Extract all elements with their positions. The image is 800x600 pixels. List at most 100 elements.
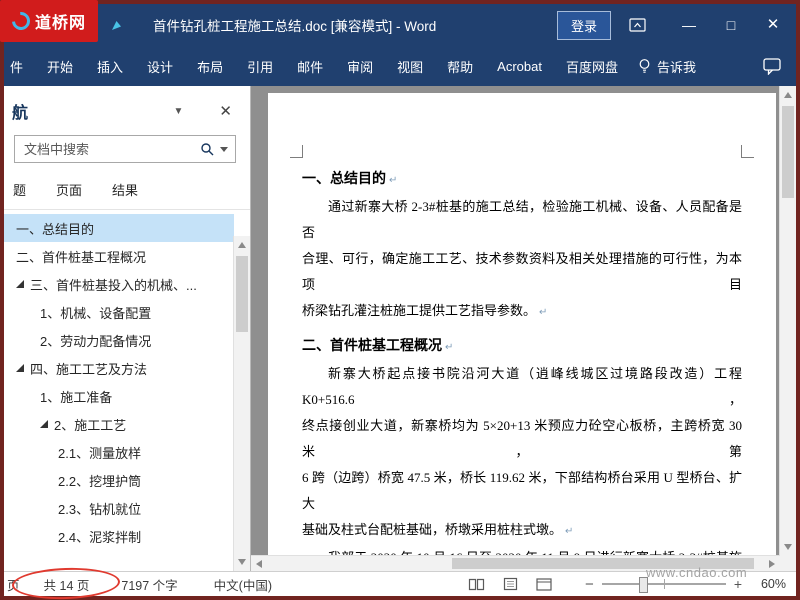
- nav-item[interactable]: 1、机械、设备配置: [4, 298, 234, 326]
- ribbon-tab-8[interactable]: 视图: [385, 57, 435, 76]
- nav-item-label: 2.4、泥浆拌制: [58, 529, 142, 545]
- nav-item[interactable]: 2、施工工艺: [4, 410, 234, 438]
- ribbon-tab-7[interactable]: 审阅: [335, 57, 385, 76]
- doc-line: 终点接创业大道，新寨桥均为 5×20+13 米预应力砼空心板桥，主跨桥宽 30 …: [302, 418, 742, 459]
- nav-pane-title: 航: [12, 105, 29, 122]
- vertical-scrollbar[interactable]: [779, 86, 796, 556]
- ribbon-tab-3[interactable]: 设计: [135, 57, 185, 76]
- nav-item-label: 2、施工工艺: [54, 417, 127, 433]
- nav-item[interactable]: 2、劳动力配备情况: [4, 326, 234, 354]
- zoom-out-button[interactable]: −: [585, 576, 594, 593]
- ribbon-display-options-icon[interactable]: [629, 17, 646, 33]
- nav-item[interactable]: 2.1、测量放样: [4, 438, 234, 466]
- login-button[interactable]: 登录: [556, 10, 611, 40]
- doc-scroll-left-icon[interactable]: [256, 560, 262, 568]
- read-mode-icon[interactable]: [468, 578, 485, 591]
- expand-triangle-icon[interactable]: [16, 280, 24, 288]
- expand-triangle-icon[interactable]: [16, 364, 24, 372]
- tell-me-button[interactable]: 告诉我: [638, 57, 696, 76]
- doc-scrollbar-thumb[interactable]: [782, 106, 794, 198]
- site-watermark: www.cndao.com: [646, 565, 748, 580]
- nav-tab-0[interactable]: 题: [13, 180, 26, 199]
- minimize-button[interactable]: —: [668, 4, 710, 46]
- comment-icon[interactable]: [763, 57, 782, 75]
- ribbon-tab-11[interactable]: 百度网盘: [554, 57, 630, 76]
- doc-line: 桥梁钻孔灌注桩施工提供工艺指导参数。: [302, 298, 742, 326]
- logo-text: 道桥网: [34, 15, 86, 32]
- nav-scroll-up-icon[interactable]: [238, 242, 246, 248]
- nav-item-label: 二、首件桩基工程概况: [16, 249, 147, 265]
- ribbon-tab-0[interactable]: 件: [4, 57, 35, 76]
- nav-tab-2[interactable]: 结果: [112, 180, 138, 199]
- nav-tab-1[interactable]: 页面: [56, 180, 82, 199]
- doc-scroll-down-icon[interactable]: [784, 544, 792, 550]
- expand-triangle-icon[interactable]: [40, 420, 48, 428]
- nav-item[interactable]: 2.4、泥浆拌制: [4, 522, 234, 550]
- ribbon-tab-bar: 件开始 插入 设计 布局 引用 邮件 审阅 视图 帮助 Acrobat 百度网盘 告诉我: [4, 46, 796, 86]
- document-page[interactable]: 一、总结目的通过新寨大桥 2-3#桩基的施工总结，检验施工机械、设备、人员配备是…: [268, 93, 776, 571]
- search-dropdown-icon[interactable]: [220, 146, 228, 152]
- logo-swirl-icon: [8, 8, 34, 34]
- nav-item[interactable]: 2.3、钻机就位: [4, 494, 234, 522]
- nav-scroll-down-icon[interactable]: [238, 559, 246, 565]
- web-layout-icon[interactable]: [536, 577, 552, 591]
- zoom-slider[interactable]: [601, 577, 726, 593]
- ribbon-tabs: 件开始 插入 设计 布局 引用 邮件 审阅 视图 帮助 Acrobat 百度网盘: [4, 57, 630, 76]
- page-content: 一、总结目的通过新寨大桥 2-3#桩基的施工总结，检验施工机械、设备、人员配备是…: [302, 167, 742, 571]
- nav-item[interactable]: 一、总结目的: [4, 214, 234, 242]
- ribbon-tab-9[interactable]: 帮助: [435, 57, 485, 76]
- nav-item[interactable]: 1、施工准备: [4, 382, 234, 410]
- titlebar: 首件钻孔桩工程施工总结.doc [兼容模式] - Word 登录 — □ ✕: [4, 4, 796, 46]
- main-area: 航 ▼ ✕ 题页面结果 一、总结目的二、首件桩基工程概况三、首件桩基投入的机械、…: [4, 86, 796, 571]
- nav-item-label: 2.3、钻机就位: [58, 501, 142, 517]
- lightbulb-icon: [638, 58, 651, 74]
- search-input[interactable]: [22, 140, 200, 158]
- doc-line: 通过新寨大桥 2-3#桩基的施工总结，检验施工机械、设备、人员配备是否: [302, 199, 742, 240]
- word-count[interactable]: 7197 个字: [121, 575, 177, 594]
- nav-item-label: 2.2、挖埋护筒: [58, 473, 142, 489]
- doc-heading: 二、首件桩基工程概况: [302, 334, 742, 361]
- doc-line: 基础及柱式台配桩基础，桥墩采用桩柱式墩。: [302, 517, 742, 545]
- nav-item[interactable]: 三、首件桩基投入的机械、...: [4, 270, 234, 298]
- nav-item[interactable]: 二、首件桩基工程概况: [4, 242, 234, 270]
- print-layout-icon[interactable]: [503, 577, 518, 591]
- nav-tabs: 题 页面 结果: [4, 167, 250, 210]
- nav-search-box[interactable]: [14, 135, 236, 163]
- nav-scrollbar[interactable]: [233, 236, 250, 571]
- window-title: 首件钻孔桩工程施工总结.doc [兼容模式] - Word: [153, 19, 437, 34]
- ribbon-tab-5[interactable]: 引用: [235, 57, 285, 76]
- doc-line: 合理、可行，确定施工工艺、技术参数资料及相关处理措施的可行性，为本项目: [302, 251, 742, 292]
- scrollbar-corner: [780, 556, 796, 571]
- doc-scroll-right-icon[interactable]: [769, 560, 775, 568]
- doc-line: 6 跨（边跨）桥宽 47.5 米，桥长 119.62 米，下部结构桥台采用 U …: [302, 470, 742, 511]
- language-indicator[interactable]: 中文(中国): [214, 575, 272, 594]
- nav-item[interactable]: 2.2、挖埋护筒: [4, 466, 234, 494]
- nav-tree: 一、总结目的二、首件桩基工程概况三、首件桩基投入的机械、... 1、机械、设备配置…: [4, 210, 234, 571]
- ribbon-tab-6[interactable]: 邮件: [285, 57, 335, 76]
- close-button[interactable]: ✕: [752, 4, 794, 46]
- ribbon-tab-4[interactable]: 布局: [185, 57, 235, 76]
- quick-access-pin-icon[interactable]: [110, 19, 123, 32]
- nav-item-label: 2、劳动力配备情况: [40, 333, 152, 349]
- zoom-level[interactable]: 60%: [754, 577, 786, 591]
- nav-close-icon[interactable]: ✕: [219, 102, 232, 120]
- nav-scrollbar-thumb[interactable]: [236, 256, 248, 332]
- navigation-pane: 航 ▼ ✕ 题 页面 结果 一、总结目的二、首件桩基工程概况三、首件桩基投入的机械、…: [4, 86, 251, 571]
- ribbon-tab-10[interactable]: Acrobat: [485, 59, 554, 74]
- document-canvas: 一、总结目的通过新寨大桥 2-3#桩基的施工总结，检验施工机械、设备、人员配备是…: [251, 86, 796, 571]
- nav-item-label: 三、首件桩基投入的机械、...: [30, 277, 197, 293]
- nav-item[interactable]: 四、施工工艺及方法: [4, 354, 234, 382]
- search-icon[interactable]: [200, 142, 214, 156]
- doc-heading: 一、总结目的: [302, 167, 742, 194]
- nav-item-label: 四、施工工艺及方法: [30, 361, 148, 377]
- margin-mark-top-left: [290, 145, 303, 158]
- nav-menu-arrow-icon[interactable]: ▼: [174, 106, 184, 117]
- screen: 首件钻孔桩工程施工总结.doc [兼容模式] - Word 登录 — □ ✕ 件…: [0, 0, 800, 600]
- word-window: 首件钻孔桩工程施工总结.doc [兼容模式] - Word 登录 — □ ✕ 件…: [4, 4, 796, 596]
- doc-scroll-up-icon[interactable]: [784, 92, 792, 98]
- nav-item-label: 2.1、测量放样: [58, 445, 142, 461]
- ribbon-tab-2[interactable]: 插入: [85, 57, 135, 76]
- ribbon-tab-1[interactable]: 开始: [35, 57, 85, 76]
- maximize-button[interactable]: □: [710, 4, 752, 46]
- nav-pane-header: 航 ▼ ✕: [4, 86, 250, 127]
